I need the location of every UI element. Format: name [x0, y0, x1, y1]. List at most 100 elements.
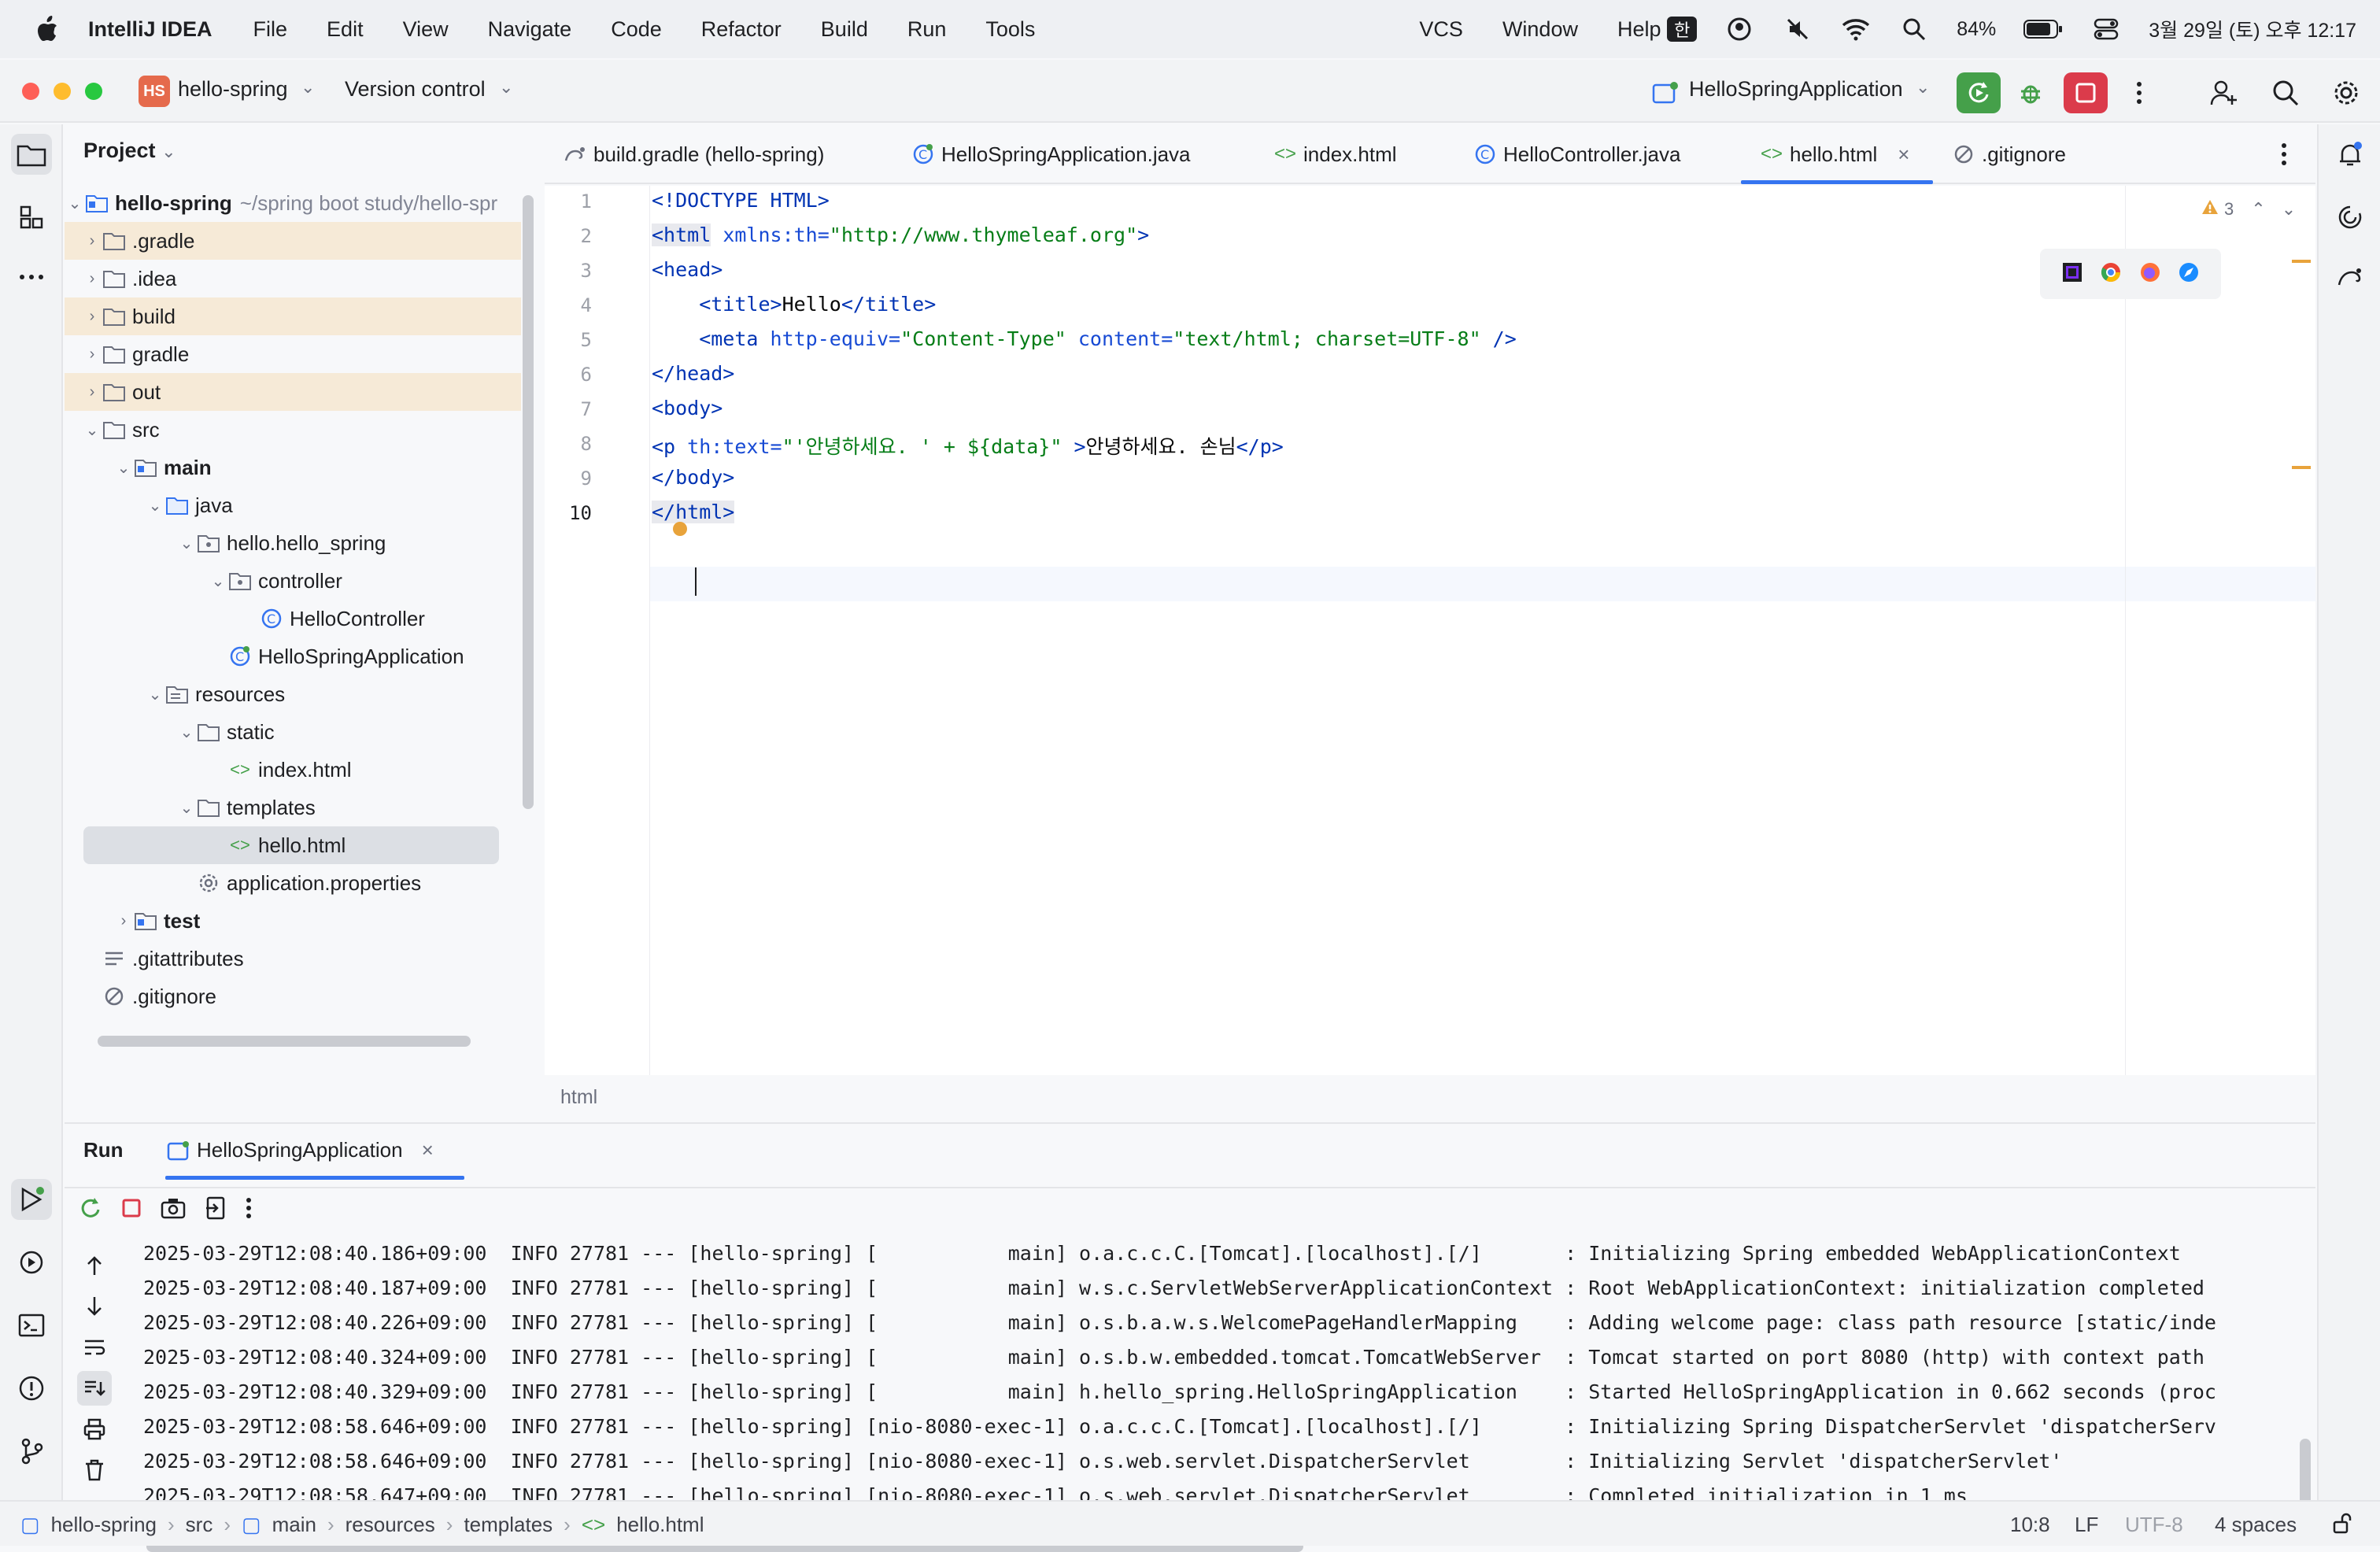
tree-item[interactable]: .gitattributes: [65, 940, 521, 977]
console-log-line[interactable]: 2025-03-29T12:08:40.226+09:00 INFO 27781…: [143, 1311, 2284, 1334]
tab-gitignore[interactable]: .gitignore: [1952, 124, 2066, 184]
tree-item[interactable]: ⌄ resources: [65, 675, 521, 713]
structure-icon[interactable]: [11, 197, 52, 238]
line-number[interactable]: 9: [545, 467, 592, 490]
apple-icon[interactable]: [33, 15, 61, 43]
spotlight-search-icon[interactable]: [1898, 13, 1930, 45]
menu-help[interactable]: Help: [1617, 17, 1661, 42]
line-number[interactable]: 1: [545, 190, 592, 212]
indent-setting[interactable]: 4 spaces: [2215, 1513, 2297, 1537]
scroll-down-icon[interactable]: [77, 1289, 112, 1324]
project-badge[interactable]: HS: [139, 76, 170, 107]
rerun-button[interactable]: [1957, 72, 2001, 113]
input-method-icon[interactable]: 한: [1667, 17, 1698, 42]
tree-item[interactable]: › .idea: [65, 260, 521, 297]
code-line[interactable]: <!DOCTYPE HTML>: [652, 189, 830, 212]
gradle-tool-icon[interactable]: [2330, 257, 2371, 297]
console-log-line[interactable]: 2025-03-29T12:08:58.646+09:00 INFO 27781…: [143, 1415, 2284, 1438]
stop-button[interactable]: [2064, 72, 2108, 113]
chrome-icon[interactable]: [2100, 261, 2122, 287]
chevron-right-icon[interactable]: ›: [82, 268, 102, 289]
code-line[interactable]: <title>Hello</title>: [652, 293, 936, 316]
firefox-icon[interactable]: [2139, 261, 2161, 287]
more-vertical-icon[interactable]: [246, 1197, 252, 1223]
menu-edit[interactable]: Edit: [327, 17, 364, 42]
crumb-src[interactable]: src: [186, 1513, 213, 1537]
caret-position[interactable]: 10:8: [2010, 1513, 2050, 1537]
tab-hellocontroller-java[interactable]: C HelloController.java: [1473, 124, 1680, 184]
project-panel-title[interactable]: Project ⌄: [83, 139, 176, 163]
chevron-right-icon[interactable]: ›: [82, 382, 102, 402]
tree-item[interactable]: ⌄ src: [65, 411, 521, 449]
tree-item[interactable]: application.properties: [65, 864, 521, 902]
crumb-templates[interactable]: templates: [464, 1513, 552, 1537]
git-branch-icon[interactable]: [11, 1431, 52, 1472]
tree-item[interactable]: ⌄ templates: [65, 789, 521, 826]
tab-options-icon[interactable]: [2281, 124, 2287, 184]
chevron-down-icon[interactable]: ⌄: [145, 684, 165, 704]
project-vertical-scrollbar[interactable]: [523, 195, 534, 809]
chevron-right-icon[interactable]: ›: [82, 231, 102, 251]
tree-item[interactable]: <> hello.html: [83, 826, 499, 864]
code-editor[interactable]: 1 2 3 4 5 6 7 8 9 10 <!DOCTYPE HTML> <html xmlns:t…: [545, 186, 2315, 1075]
wifi-icon[interactable]: [1840, 13, 1872, 45]
file-encoding[interactable]: UTF-8: [2125, 1513, 2183, 1537]
tree-item[interactable]: › .gradle: [65, 222, 521, 260]
tree-item[interactable]: .gitignore: [65, 977, 521, 1015]
chevron-right-icon[interactable]: ›: [82, 306, 102, 327]
terminal-icon[interactable]: [11, 1305, 52, 1346]
print-icon[interactable]: [77, 1412, 112, 1447]
tab-hellospringapplication-java[interactable]: C HelloSpringApplication.java: [911, 124, 1191, 184]
menu-navigate[interactable]: Navigate: [488, 17, 572, 42]
menu-build[interactable]: Build: [821, 17, 868, 42]
code-line[interactable]: <p th:text="'안녕하세요. ' + ${data}" >안녕하세요.…: [652, 431, 1284, 460]
close-tab-icon[interactable]: ×: [1898, 142, 1909, 167]
version-control-menu[interactable]: Version control: [345, 77, 486, 102]
tab-index-html[interactable]: <> index.html: [1273, 124, 1397, 184]
scroll-up-icon[interactable]: [77, 1248, 112, 1283]
run-tab-hellospringapplication[interactable]: HelloSpringApplication ×: [167, 1138, 434, 1162]
tree-root[interactable]: ⌄ hello-spring ~/spring boot study/hello…: [65, 184, 521, 222]
console-log-line[interactable]: 2025-03-29T12:08:58.646+09:00 INFO 27781…: [143, 1450, 2284, 1473]
add-user-icon[interactable]: [2202, 72, 2246, 113]
console-log-line[interactable]: 2025-03-29T12:08:40.329+09:00 INFO 27781…: [143, 1380, 2284, 1403]
crumb-resources[interactable]: resources: [346, 1513, 435, 1537]
chevron-down-icon[interactable]: ⌄: [176, 797, 197, 818]
tree-item[interactable]: ⌄ main: [65, 449, 521, 486]
tree-item[interactable]: ⌄ static: [65, 713, 521, 751]
code-line[interactable]: <html xmlns:th="http://www.thymeleaf.org…: [652, 224, 1149, 246]
zoom-window-button[interactable]: [85, 83, 102, 100]
line-number[interactable]: 7: [545, 398, 592, 420]
editor-breadcrumb[interactable]: html: [560, 1086, 597, 1109]
line-number[interactable]: 5: [545, 329, 592, 351]
more-horizontal-icon[interactable]: [11, 257, 52, 297]
tree-item[interactable]: C HelloSpringApplication: [65, 637, 521, 675]
previous-highlight-icon[interactable]: ⌃: [2251, 199, 2265, 220]
battery-icon[interactable]: [2023, 13, 2064, 45]
intellij-preview-icon[interactable]: [2061, 261, 2083, 287]
safari-icon[interactable]: [2178, 261, 2200, 287]
code-line[interactable]: <meta http-equiv="Content-Type" content=…: [652, 327, 1517, 350]
trash-icon[interactable]: [77, 1453, 112, 1487]
menu-file[interactable]: File: [253, 17, 288, 42]
line-number[interactable]: 10: [545, 502, 592, 524]
mute-icon[interactable]: [1782, 13, 1813, 45]
tab-hello-html[interactable]: <> hello.html ×: [1740, 124, 1935, 184]
line-number[interactable]: 3: [545, 260, 592, 282]
project-folder-icon[interactable]: [11, 134, 52, 175]
chevron-down-icon[interactable]: ⌄: [1916, 77, 1930, 98]
tab-build-gradle[interactable]: build.gradle (hello-spring): [564, 124, 824, 184]
stop-icon[interactable]: [121, 1198, 142, 1222]
chevron-down-icon[interactable]: ⌄: [176, 533, 197, 553]
next-highlight-icon[interactable]: ⌄: [2282, 199, 2296, 220]
control-center-icon[interactable]: [2090, 13, 2122, 45]
chevron-down-icon[interactable]: ⌄: [208, 571, 228, 591]
user-circle-icon[interactable]: [1724, 13, 1755, 45]
code-line[interactable]: </html>: [652, 501, 735, 523]
tree-item[interactable]: › test: [65, 902, 521, 940]
chevron-down-icon[interactable]: ⌄: [145, 495, 165, 515]
console-log-line[interactable]: 2025-03-29T12:08:40.186+09:00 INFO 27781…: [143, 1242, 2284, 1265]
tree-item[interactable]: › out: [65, 373, 521, 411]
chevron-down-icon[interactable]: ⌄: [65, 193, 85, 213]
scroll-to-end-icon[interactable]: [77, 1371, 112, 1406]
